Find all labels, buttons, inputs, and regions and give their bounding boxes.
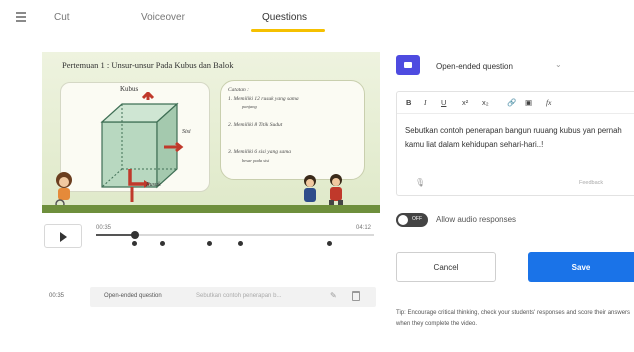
notes-heading: Catatan : bbox=[228, 87, 249, 93]
feedback-link[interactable]: Feedback bbox=[579, 180, 603, 186]
note-line: panjang bbox=[242, 104, 257, 109]
audio-responses-label: Allow audio responses bbox=[436, 215, 517, 224]
question-list-item[interactable]: Open-ended question Sebutkan contoh pene… bbox=[90, 287, 376, 307]
image-icon[interactable]: ▣ bbox=[525, 98, 532, 107]
tab-voiceover[interactable]: Voiceover bbox=[141, 12, 185, 23]
question-time: 00:35 bbox=[49, 293, 65, 299]
underline-button[interactable]: U bbox=[441, 98, 446, 107]
video-preview[interactable]: Pertemuan 1 : Unsur-unsur Pada Kubus dan… bbox=[42, 52, 380, 213]
pencil-icon[interactable]: ✎ bbox=[330, 291, 337, 300]
audio-responses-toggle[interactable]: OFF bbox=[396, 213, 428, 227]
formatting-toolbar: B I U x² x₂ 🔗 ▣ fx bbox=[397, 92, 634, 114]
trash-icon[interactable] bbox=[352, 291, 360, 301]
question-marker[interactable] bbox=[132, 241, 138, 246]
play-button[interactable] bbox=[44, 224, 82, 248]
timeline-track[interactable] bbox=[96, 231, 374, 239]
toggle-knob bbox=[398, 215, 408, 225]
question-marker[interactable] bbox=[207, 241, 213, 246]
note-line: besar pada sisi bbox=[242, 158, 270, 163]
question-type-select[interactable]: Open-ended question bbox=[436, 62, 513, 71]
character-girl-illustration bbox=[55, 172, 72, 209]
slide-title: Pertemuan 1 : Unsur-unsur Pada Kubus dan… bbox=[62, 60, 234, 70]
mic-icon[interactable]: 🎙 bbox=[415, 178, 425, 187]
tab-cut[interactable]: Cut bbox=[54, 12, 70, 23]
question-marker[interactable] bbox=[327, 241, 333, 246]
subscript-button[interactable]: x₂ bbox=[482, 98, 489, 107]
active-tab-indicator bbox=[251, 29, 325, 32]
question-text[interactable]: Sebutkan contoh penerapan bangun ruuang … bbox=[405, 124, 631, 152]
italic-button[interactable]: I bbox=[424, 98, 427, 107]
question-preview: Sebutkan contoh penerapan b... bbox=[196, 293, 282, 299]
cancel-button[interactable]: Cancel bbox=[396, 252, 496, 282]
chevron-down-icon[interactable]: ⌄ bbox=[555, 60, 562, 69]
question-type-icon bbox=[396, 55, 420, 75]
menu-icon[interactable] bbox=[16, 12, 26, 22]
notes-panel bbox=[220, 80, 365, 180]
link-icon[interactable]: 🔗 bbox=[507, 98, 516, 107]
save-button[interactable]: Save bbox=[528, 252, 634, 282]
formula-icon[interactable]: fx bbox=[546, 98, 551, 107]
question-editor[interactable]: B I U x² x₂ 🔗 ▣ fx Sebutkan contoh pener… bbox=[396, 91, 634, 196]
note-line: 2. Memiliki 8 Titik Sudut bbox=[228, 122, 283, 128]
timeline-progress bbox=[96, 234, 135, 236]
duration: 04:12 bbox=[356, 225, 372, 231]
tip-text: Tip: Encourage critical thinking, check … bbox=[396, 310, 631, 327]
top-nav: Cut Voiceover Questions bbox=[0, 0, 634, 40]
question-marker[interactable] bbox=[238, 241, 244, 246]
slide-footer-bar bbox=[42, 205, 380, 213]
rusuk-label: Rusuk bbox=[146, 182, 161, 188]
sisi-label: Sisi bbox=[182, 129, 191, 135]
superscript-button[interactable]: x² bbox=[462, 98, 468, 107]
question-type-label: Open-ended question bbox=[104, 293, 162, 299]
question-marker[interactable] bbox=[160, 241, 166, 246]
toggle-state: OFF bbox=[412, 216, 422, 222]
tab-questions[interactable]: Questions bbox=[262, 12, 307, 23]
note-line: 1. Memiliki 12 rusuk yang sama bbox=[228, 96, 299, 102]
note-line: 3. Memiliki 6 sisi yang sama bbox=[228, 149, 291, 155]
current-time: 00:35 bbox=[96, 225, 112, 231]
bold-button[interactable]: B bbox=[406, 98, 411, 107]
timeline-handle[interactable] bbox=[130, 231, 139, 239]
